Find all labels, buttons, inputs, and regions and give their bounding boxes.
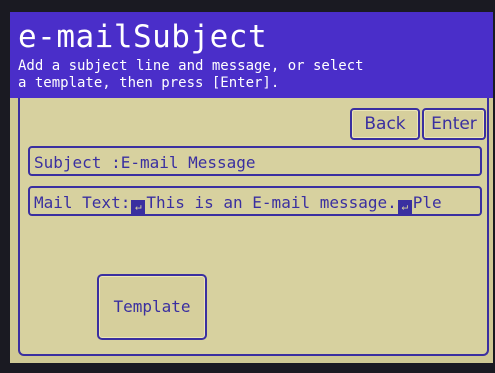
subject-label: Subject — [34, 153, 102, 172]
content-panel: Back Enter Subject :E-mail Message Mail … — [18, 98, 489, 356]
template-button[interactable]: Template — [97, 274, 207, 340]
mail-text-value: This is an E-mail message. — [146, 193, 397, 212]
subject-field[interactable]: Subject :E-mail Message — [28, 146, 482, 176]
screen-title: e-mailSubject — [18, 19, 268, 55]
mail-text-value-overflow: Ple — [412, 193, 442, 212]
line-break-icon: ↵ — [397, 200, 412, 214]
screen-header: e-mailSubject Add a subject line and mes… — [10, 12, 493, 98]
line-break-icon: ↵ — [131, 200, 146, 214]
instruction-text: Add a subject line and message, or selec… — [18, 58, 488, 92]
mail-text-field[interactable]: Mail Text: ↵ This is an E-mail message. ↵ Pl… — [28, 186, 482, 216]
back-button[interactable]: Back — [350, 108, 420, 140]
instruction-line-1: Add a subject line and message, or selec… — [18, 58, 364, 74]
enter-button[interactable]: Enter — [422, 108, 486, 140]
mail-text-label: Mail Text: — [34, 193, 131, 212]
instruction-line-2: a template, then press [Enter]. — [18, 75, 280, 91]
device-bezel: e-mailSubject Add a subject line and mes… — [0, 0, 495, 373]
subject-value: E-mail Message — [120, 153, 256, 172]
touch-screen: e-mailSubject Add a subject line and mes… — [10, 12, 493, 363]
subject-separator: : — [101, 153, 121, 172]
